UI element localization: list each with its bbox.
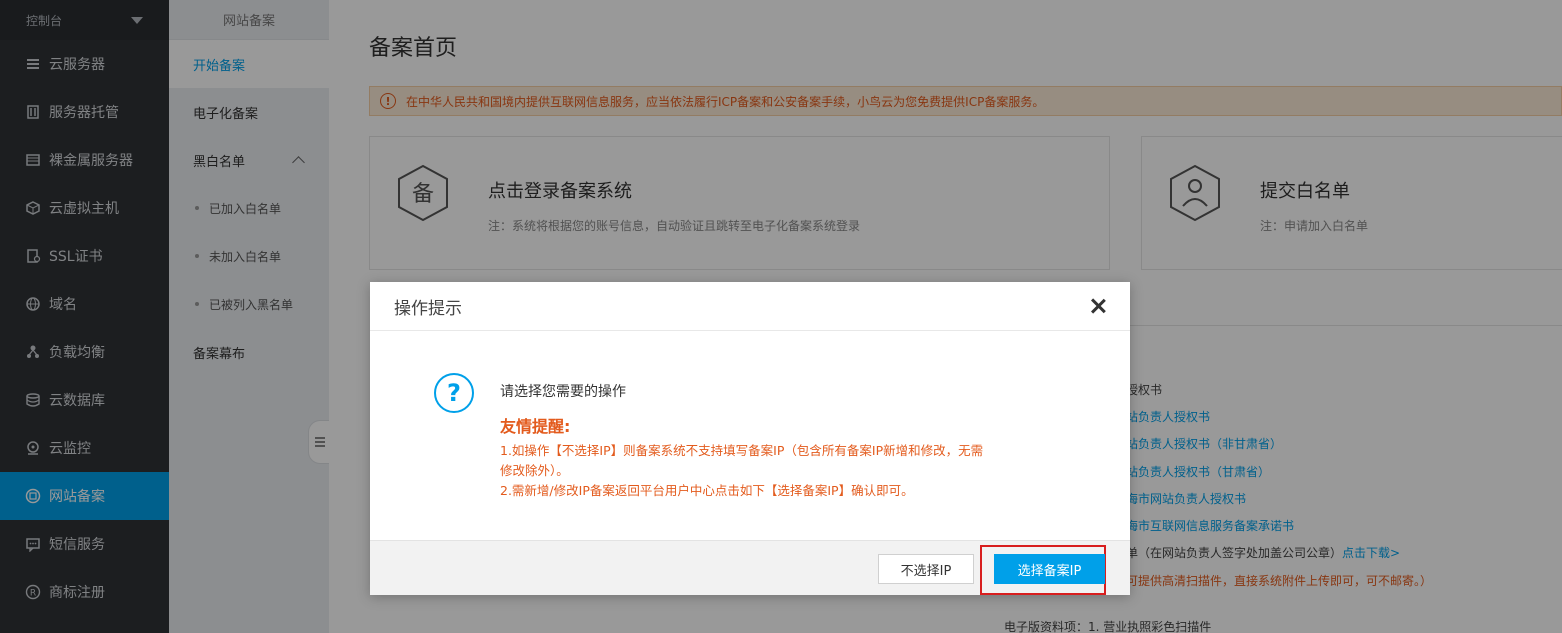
tip-line: 2.需新增/修改IP备案返回平台用户中心点击如下【选择备案IP】确认即可。 [500,483,914,498]
tip-line: 1.如操作【不选择IP】则备案系统不支持填写备案IP（包含所有备案IP新增和修改… [500,443,984,458]
question-icon: ? [434,373,474,413]
tip-text: 1.如操作【不选择IP】则备案系统不支持填写备案IP（包含所有备案IP新增和修改… [500,441,1060,501]
dialog-body: ? 请选择您需要的操作 友情提醒: 1.如操作【不选择IP】则备案系统不支持填写… [370,331,1130,540]
dialog-title: 操作提示 [394,298,462,319]
dialog-header: 操作提示 [370,282,1130,331]
select-ip-button[interactable]: 选择备案IP [994,554,1105,584]
dialog-footer: 不选择IP 选择备案IP [370,540,1130,595]
close-icon[interactable] [1090,298,1106,314]
tip-line: 修改除外）。 [500,463,569,478]
dialog-prompt: 请选择您需要的操作 [500,384,626,400]
tip-title: 友情提醒: [500,417,571,436]
operation-dialog: 操作提示 ? 请选择您需要的操作 友情提醒: 1.如操作【不选择IP】则备案系统… [370,282,1130,595]
no-ip-button[interactable]: 不选择IP [878,554,974,584]
